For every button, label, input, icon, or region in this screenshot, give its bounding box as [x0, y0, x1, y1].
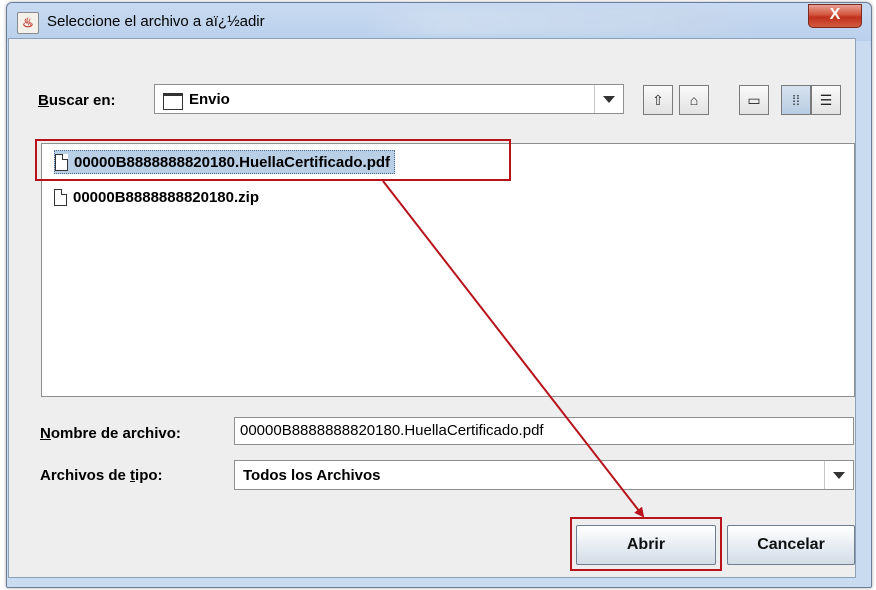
home-button[interactable]: ⌂ [679, 85, 709, 115]
file-name-label: Nombre de archivo: [40, 425, 181, 442]
java-cup-icon: ♨ [17, 12, 39, 34]
new-folder-button[interactable]: ▭ [739, 85, 769, 115]
details-view-button[interactable]: ☰ [811, 85, 841, 115]
file-type-label-pre: Archivos de [40, 467, 131, 484]
file-name-field[interactable]: 00000B8888888820180.HuellaCertificado.pd… [234, 417, 854, 445]
file-name-mnemonic: N [40, 425, 51, 442]
chevron-down-icon[interactable] [594, 85, 623, 113]
title-bar[interactable]: ♨ Seleccione el archivo a aï¿½adir X [7, 3, 871, 41]
document-icon [55, 153, 68, 171]
look-in-combobox[interactable]: Envio [154, 84, 624, 114]
chevron-down-icon[interactable] [824, 461, 853, 489]
look-in-label: Buscar en: [38, 92, 116, 109]
window-title: Seleccione el archivo a aï¿½adir [47, 13, 265, 30]
file-name: 00000B8888888820180.HuellaCertificado.pd… [74, 153, 391, 171]
open-button[interactable]: Abrir [576, 525, 716, 565]
blurred-background-text [362, 9, 762, 35]
folder-icon [163, 93, 183, 110]
file-type-label: Archivos de tipo: [40, 467, 163, 484]
look-in-label-text: uscar en: [48, 92, 116, 109]
list-view-button[interactable]: ⁞⁞ [781, 85, 811, 115]
look-in-mnemonic: B [38, 92, 49, 109]
details-view-icon: ☰ [819, 91, 833, 108]
close-button[interactable]: X [808, 4, 862, 28]
up-one-level-icon: ⇧ [652, 91, 664, 108]
list-view-icon: ⁞⁞ [792, 92, 800, 108]
look-in-value: Envio [189, 91, 230, 108]
file-list[interactable]: 00000B8888888820180.HuellaCertificado.pd… [41, 143, 855, 397]
up-one-level-button[interactable]: ⇧ [643, 85, 673, 115]
document-icon [54, 188, 67, 206]
cancel-button[interactable]: Cancelar [727, 525, 855, 565]
file-name-label-text: ombre de archivo: [50, 425, 181, 442]
file-type-combobox[interactable]: Todos los Archivos [234, 460, 854, 490]
new-folder-icon: ▭ [747, 91, 761, 108]
file-type-value: Todos los Archivos [243, 467, 381, 484]
file-name: 00000B8888888820180.zip [73, 188, 259, 206]
home-icon: ⌂ [689, 92, 699, 108]
list-item[interactable]: 00000B8888888820180.zip [54, 186, 263, 208]
list-item[interactable]: 00000B8888888820180.HuellaCertificado.pd… [54, 150, 396, 174]
file-type-label-post: ipo: [135, 467, 163, 484]
